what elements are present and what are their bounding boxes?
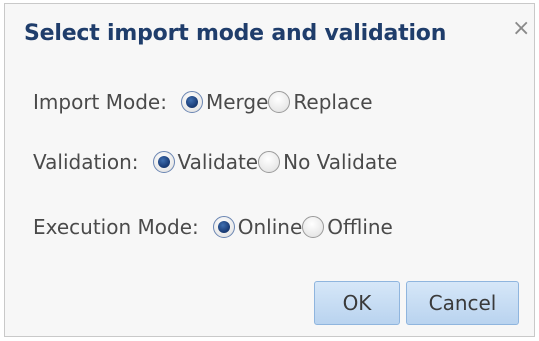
radio-online-label: Online	[237, 215, 303, 239]
radio-merge[interactable]: Merge	[180, 90, 269, 114]
radio-unselected-icon	[302, 216, 325, 238]
import-mode-label: Import Mode:	[33, 90, 167, 114]
import-mode-row: Import Mode: Merge Replace	[33, 90, 373, 114]
radio-replace-label: Replace	[293, 90, 373, 114]
radio-selected-icon	[212, 216, 235, 238]
radio-validate-label: Validate	[177, 150, 259, 174]
import-mode-dialog: Select import mode and validation × Impo…	[4, 3, 535, 337]
validation-row: Validation: Validate No Validate	[33, 150, 397, 174]
radio-selected-icon	[152, 151, 175, 173]
radio-offline-label: Offline	[327, 215, 393, 239]
ok-button[interactable]: OK	[314, 281, 400, 325]
radio-online[interactable]: Online	[212, 215, 303, 239]
radio-unselected-icon	[258, 151, 281, 173]
execution-mode-row: Execution Mode: Online Offline	[33, 215, 393, 239]
close-icon[interactable]: ×	[512, 18, 530, 40]
radio-selected-icon	[180, 91, 203, 113]
radio-unselected-icon	[268, 91, 291, 113]
radio-offline[interactable]: Offline	[302, 215, 393, 239]
radio-no-validate[interactable]: No Validate	[258, 150, 397, 174]
validation-label: Validation:	[33, 150, 139, 174]
dialog-title: Select import mode and validation	[24, 21, 447, 46]
execution-mode-label: Execution Mode:	[33, 215, 199, 239]
cancel-button[interactable]: Cancel	[406, 281, 519, 325]
radio-replace[interactable]: Replace	[268, 90, 373, 114]
radio-validate[interactable]: Validate	[152, 150, 259, 174]
radio-no-validate-label: No Validate	[283, 150, 398, 174]
radio-merge-label: Merge	[205, 90, 269, 114]
